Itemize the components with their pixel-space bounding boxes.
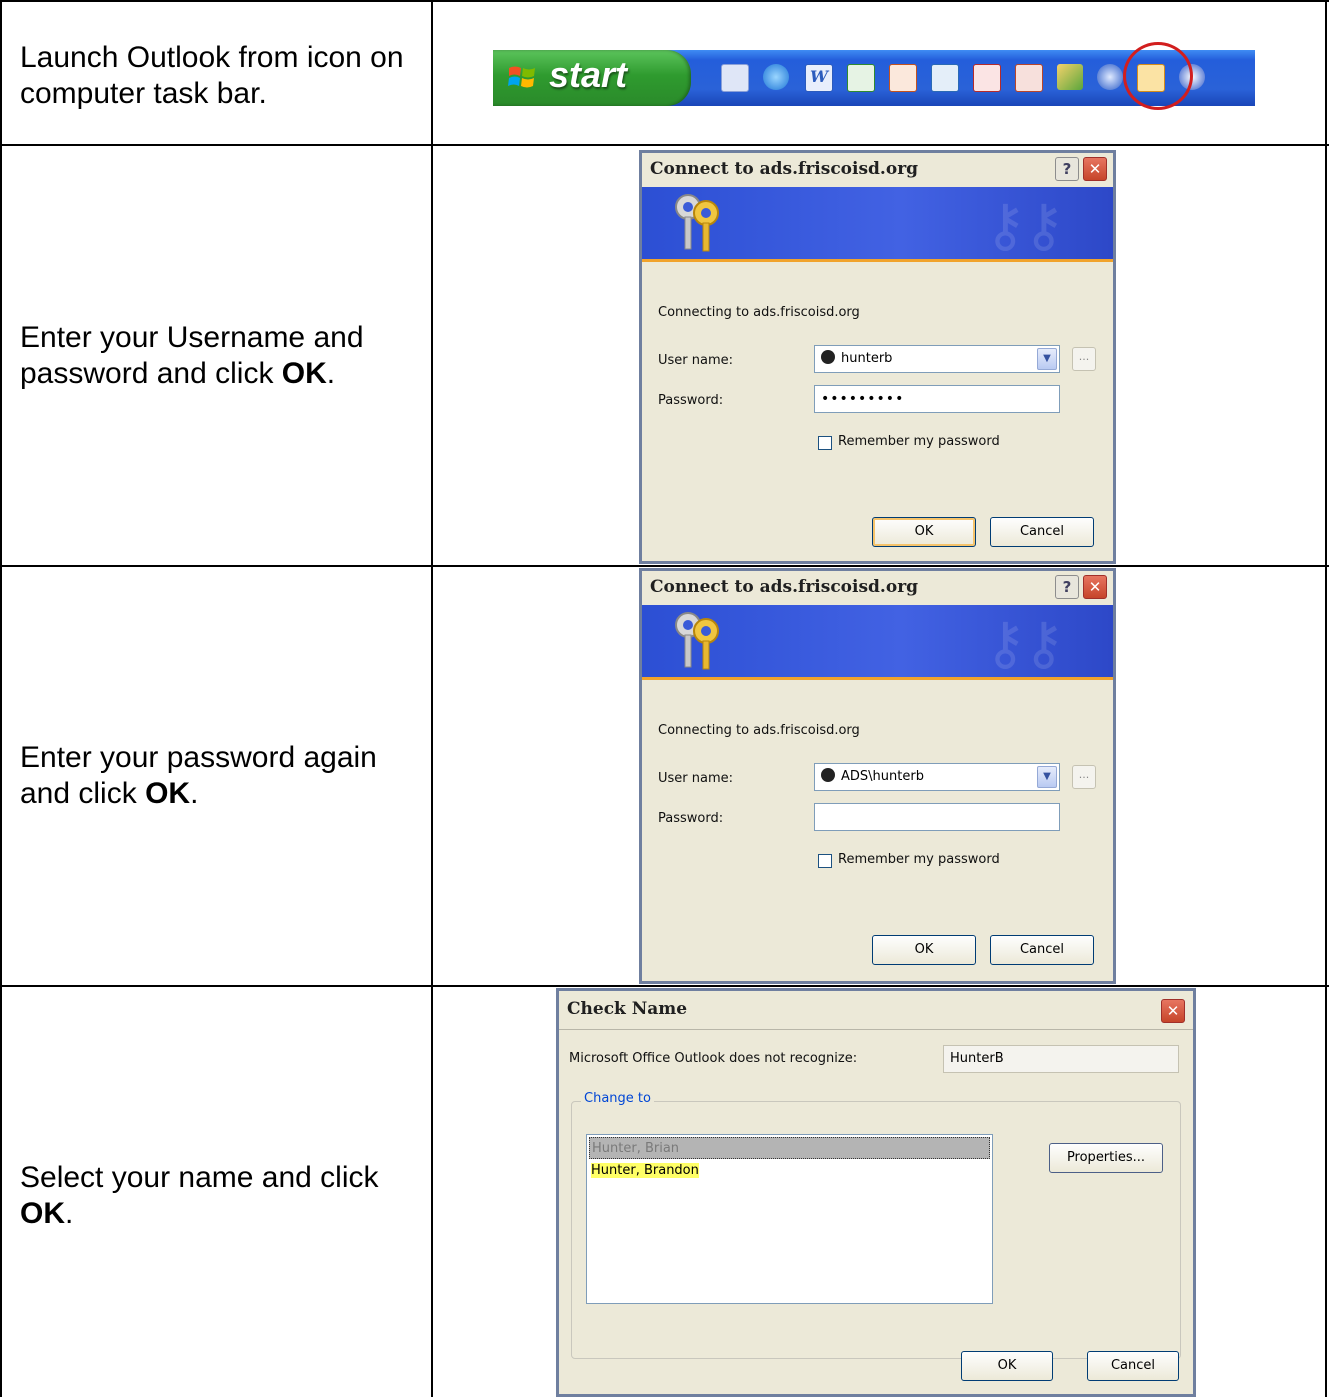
ok-button[interactable]: OK: [872, 517, 976, 547]
connect-dialog-2: Connect to ads.friscoisd.org ? ✕ ⚷⚷ Conn…: [639, 568, 1116, 984]
user-icon: [821, 350, 835, 364]
office-tool-icon[interactable]: [1015, 64, 1043, 92]
dialog-banner: ⚷⚷: [642, 605, 1113, 680]
ok-button[interactable]: OK: [872, 935, 976, 965]
not-recognize-label: Microsoft Office Outlook does not recogn…: [569, 1051, 858, 1066]
banner-watermark: ⚷⚷: [984, 609, 1065, 677]
dialog-title: Connect to ads.friscoisd.org: [650, 577, 919, 597]
step-2-ok: OK: [281, 357, 327, 390]
banner-watermark: ⚷⚷: [984, 191, 1065, 259]
username-label: User name:: [658, 771, 734, 786]
help-button[interactable]: ?: [1055, 157, 1079, 181]
dialog-title-bar: Connect to ads.friscoisd.org ? ✕: [642, 571, 1113, 606]
outlook-highlight-ring: [1123, 42, 1193, 110]
close-button[interactable]: ✕: [1161, 999, 1185, 1023]
keys-icon: [675, 194, 719, 252]
list-item-label: Hunter, Brandon: [591, 1163, 699, 1178]
password-label: Password:: [658, 393, 724, 408]
step-2-text: Enter your Username and password and cli…: [20, 321, 364, 390]
list-item[interactable]: Hunter, Brandon: [589, 1160, 990, 1182]
step-4-ok: OK: [20, 1197, 65, 1230]
connecting-text: Connecting to ads.friscoisd.org: [658, 723, 860, 738]
remember-label: Remember my password: [838, 434, 1000, 449]
help-button[interactable]: ?: [1055, 575, 1079, 599]
chevron-down-icon[interactable]: ▼: [1037, 348, 1057, 370]
browse-button[interactable]: ...: [1072, 765, 1096, 789]
dialog-banner: ⚷⚷: [642, 187, 1113, 262]
dialog-title-bar: Check Name ✕: [559, 991, 1193, 1030]
access-icon[interactable]: [973, 64, 1001, 92]
excel-icon[interactable]: [847, 64, 875, 92]
user-icon: [821, 768, 835, 782]
row-divider-2: [0, 565, 1329, 567]
windows-flag-icon: [508, 66, 535, 88]
step-4-text: Select your name and click OK.: [20, 1161, 379, 1230]
start-label: start: [549, 54, 628, 95]
table-border-top: [0, 0, 1329, 2]
step-1-text: Launch Outlook from icon on computer tas…: [20, 41, 404, 110]
username-value: ADS\hunterb: [841, 769, 924, 784]
cancel-button[interactable]: Cancel: [990, 935, 1094, 965]
powerpoint-icon[interactable]: [889, 64, 917, 92]
connect-dialog-1: Connect to ads.friscoisd.org ? ✕ ⚷⚷ Conn…: [639, 150, 1116, 564]
password-field[interactable]: [814, 803, 1060, 831]
connecting-text: Connecting to ads.friscoisd.org: [658, 305, 860, 320]
password-field[interactable]: •••••••••: [814, 385, 1060, 413]
column-divider: [431, 0, 433, 1397]
name-listbox[interactable]: Hunter, Brian Hunter, Brandon: [586, 1134, 993, 1304]
sync-icon[interactable]: [1097, 64, 1123, 90]
not-recognize-value: HunterB: [943, 1045, 1179, 1073]
close-button[interactable]: ✕: [1083, 575, 1107, 599]
dialog-title-bar: Connect to ads.friscoisd.org ? ✕: [642, 153, 1113, 188]
internet-explorer-icon[interactable]: [763, 64, 789, 90]
list-item[interactable]: Hunter, Brian: [589, 1137, 990, 1159]
table-border-right: [1325, 0, 1327, 1397]
username-label: User name:: [658, 353, 734, 368]
close-button[interactable]: ✕: [1083, 157, 1107, 181]
change-to-legend: Change to: [581, 1091, 654, 1106]
properties-button[interactable]: Properties...: [1049, 1143, 1163, 1173]
publisher-icon[interactable]: [931, 64, 959, 92]
word-icon[interactable]: W: [805, 64, 833, 92]
start-button[interactable]: start: [493, 50, 691, 106]
keys-icon: [675, 612, 719, 670]
remember-label: Remember my password: [838, 852, 1000, 867]
step-3-text: Enter your password again and click OK.: [20, 741, 377, 810]
paint-icon[interactable]: [1057, 64, 1083, 90]
username-combo[interactable]: hunterb ▼: [814, 345, 1060, 373]
remember-checkbox[interactable]: [818, 854, 832, 868]
cancel-button[interactable]: Cancel: [990, 517, 1094, 547]
dialog-title: Connect to ads.friscoisd.org: [650, 159, 919, 179]
table-border-left: [0, 0, 2, 1397]
step-3-ok: OK: [145, 777, 191, 810]
row-divider-1: [0, 144, 1329, 146]
check-name-dialog: Check Name ✕ Microsoft Office Outlook do…: [556, 988, 1196, 1397]
remember-checkbox[interactable]: [818, 436, 832, 450]
outlook-express-icon[interactable]: [721, 64, 749, 92]
row-divider-3: [0, 985, 1329, 987]
chevron-down-icon[interactable]: ▼: [1037, 766, 1057, 788]
username-value: hunterb: [841, 351, 893, 366]
browse-button[interactable]: ...: [1072, 347, 1096, 371]
password-label: Password:: [658, 811, 724, 826]
cancel-button[interactable]: Cancel: [1087, 1351, 1179, 1381]
username-combo[interactable]: ADS\hunterb ▼: [814, 763, 1060, 791]
ok-button[interactable]: OK: [961, 1351, 1053, 1381]
dialog-title: Check Name: [567, 999, 688, 1019]
